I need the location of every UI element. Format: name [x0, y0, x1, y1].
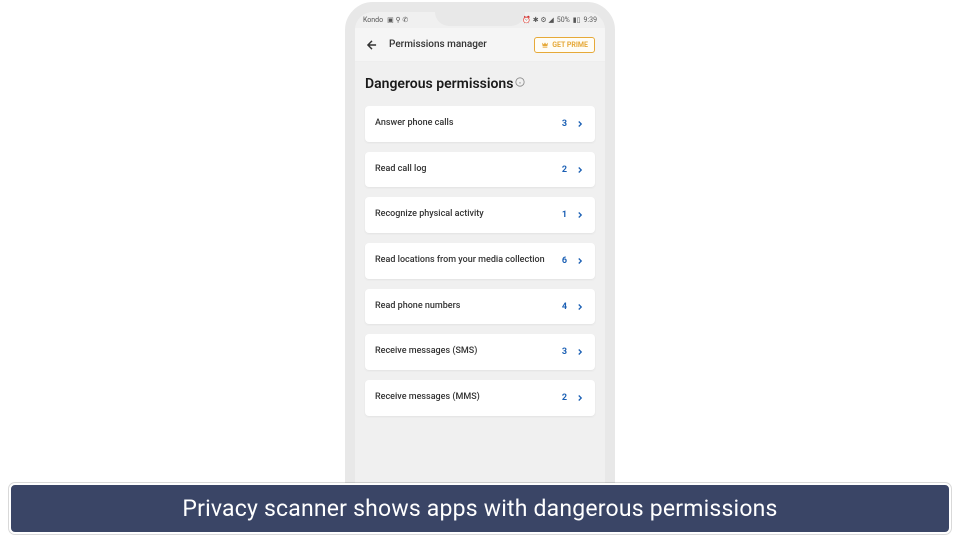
section-title: Dangerous permissions: [365, 76, 595, 92]
permission-count: 6: [562, 256, 567, 266]
permission-label: Answer phone calls: [375, 118, 554, 130]
get-prime-button[interactable]: GET PRIME: [534, 37, 595, 53]
chevron-right-icon: [575, 210, 585, 220]
permission-row[interactable]: Read call log 2: [365, 152, 595, 188]
chevron-right-icon: [575, 256, 585, 266]
chevron-right-icon: [575, 347, 585, 357]
info-icon[interactable]: [515, 77, 525, 87]
permission-count: 2: [562, 165, 567, 175]
permissions-list: Answer phone calls 3 Read call log 2 Rec…: [365, 106, 595, 416]
status-icons-left: ▣ ⚲ ✆: [387, 16, 408, 24]
carrier-label: Kondo: [363, 16, 383, 24]
battery-label: 50%: [557, 16, 570, 24]
permission-label: Read locations from your media collectio…: [375, 255, 554, 267]
battery-icon: ▮▯: [573, 16, 581, 24]
permission-label: Read phone numbers: [375, 301, 554, 313]
content-area: Dangerous permissions Answer phone calls…: [355, 62, 605, 522]
time-label: 9:39: [584, 16, 598, 24]
permission-count: 3: [562, 119, 567, 129]
caption-bar: Privacy scanner shows apps with dangerou…: [9, 483, 951, 534]
permission-row[interactable]: Read locations from your media collectio…: [365, 243, 595, 279]
permission-count: 2: [562, 393, 567, 403]
permission-row[interactable]: Recognize physical activity 1: [365, 197, 595, 233]
permission-count: 1: [562, 210, 567, 220]
prime-label: GET PRIME: [552, 41, 588, 49]
permission-label: Receive messages (SMS): [375, 346, 554, 358]
permission-row[interactable]: Read phone numbers 4: [365, 289, 595, 325]
permission-row[interactable]: Receive messages (SMS) 3: [365, 334, 595, 370]
permission-label: Receive messages (MMS): [375, 392, 554, 404]
phone-frame: Kondo ▣ ⚲ ✆ ⏰ ✱ ⚙ ◢ 50% ▮▯ 9:39 Permissi…: [345, 2, 615, 532]
app-header: Permissions manager GET PRIME: [355, 28, 605, 62]
chevron-right-icon: [575, 302, 585, 312]
caption-text: Privacy scanner shows apps with dangerou…: [27, 495, 933, 522]
chevron-right-icon: [575, 165, 585, 175]
crown-icon: [541, 41, 549, 49]
permission-row[interactable]: Receive messages (MMS) 2: [365, 380, 595, 416]
back-icon[interactable]: [365, 38, 379, 52]
phone-notch: [435, 10, 525, 26]
section-title-text: Dangerous permissions: [365, 76, 513, 92]
permission-count: 4: [562, 302, 567, 312]
permission-label: Read call log: [375, 164, 554, 176]
chevron-right-icon: [575, 119, 585, 129]
permission-count: 3: [562, 347, 567, 357]
permission-label: Recognize physical activity: [375, 209, 554, 221]
permission-row[interactable]: Answer phone calls 3: [365, 106, 595, 142]
chevron-right-icon: [575, 393, 585, 403]
page-title: Permissions manager: [389, 39, 524, 50]
status-icons-right: ⏰ ✱ ⚙ ◢: [522, 16, 553, 24]
